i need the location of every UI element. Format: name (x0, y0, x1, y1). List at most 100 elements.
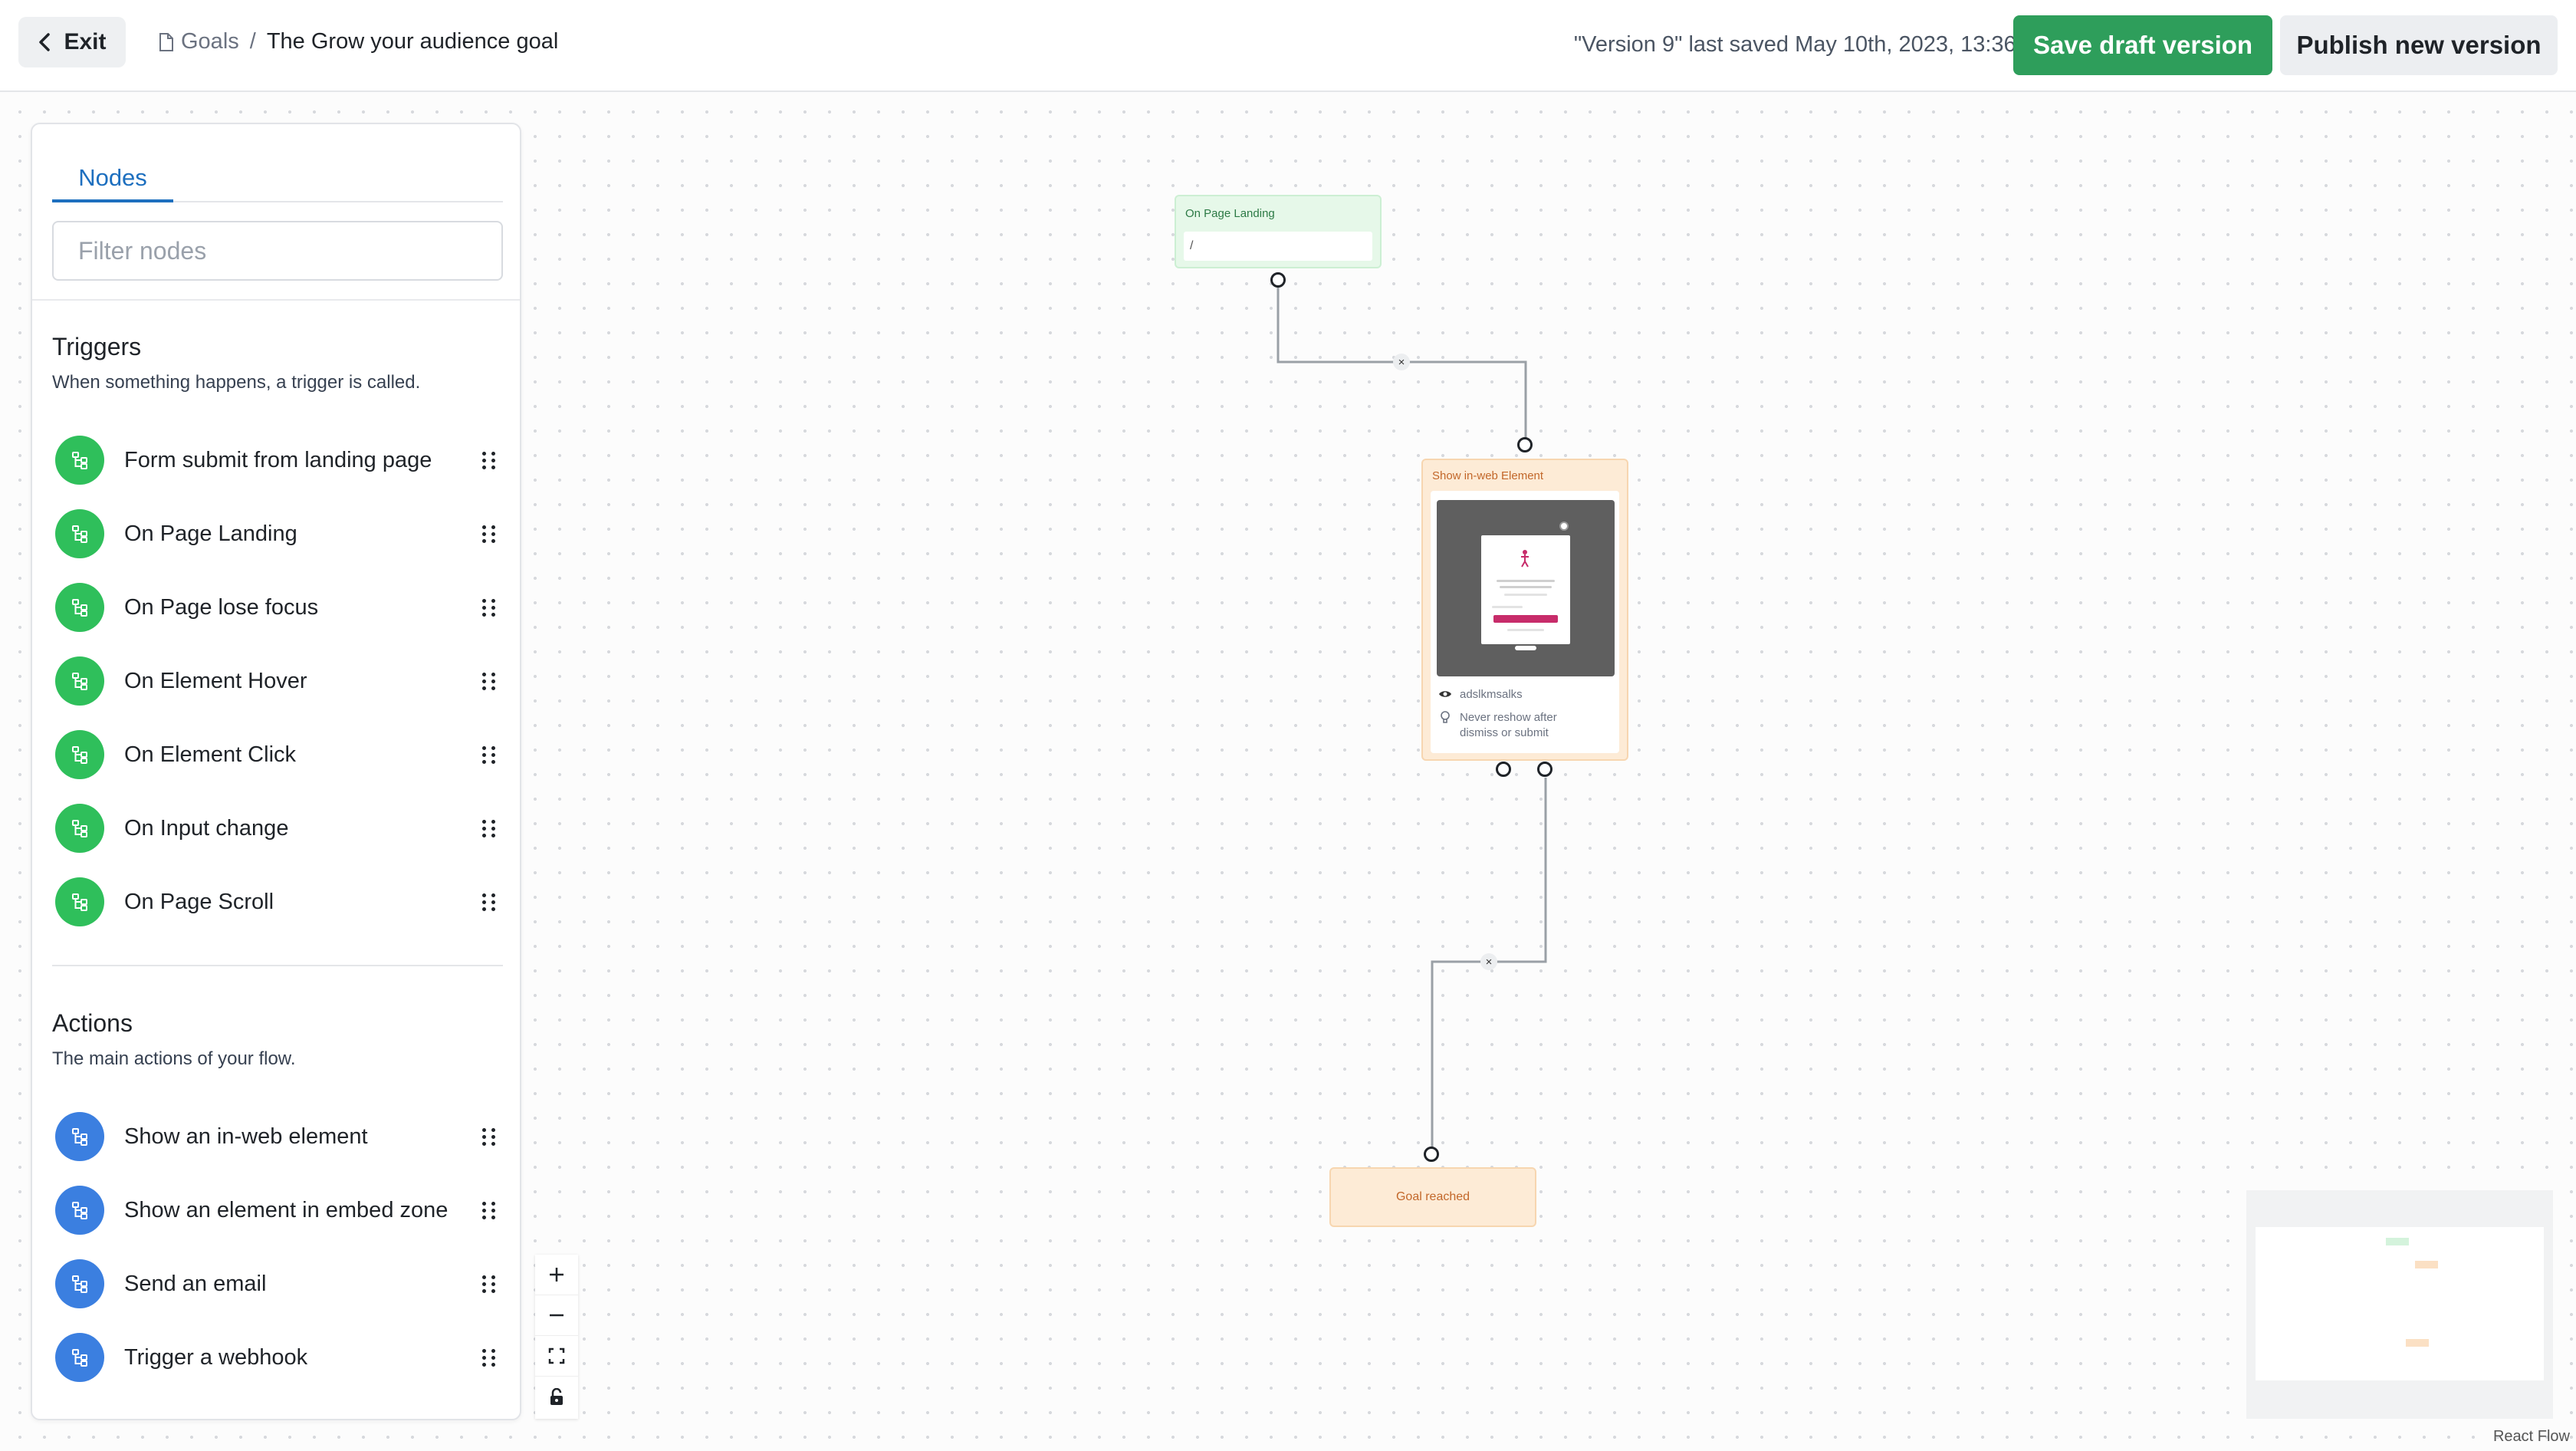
trigger-item-form-submit[interactable]: Form submit from landing page (55, 429, 508, 491)
drag-handle-icon[interactable] (481, 1126, 497, 1147)
flow-node-icon (55, 1186, 104, 1235)
element-preview-thumbnail (1437, 500, 1615, 676)
fit-view-icon (548, 1347, 565, 1364)
flow-node-icon (55, 804, 104, 853)
breadcrumb-current: The Grow your audience goal (266, 29, 559, 54)
action-item-label: Show an element in embed zone (124, 1197, 449, 1222)
drag-handle-icon[interactable] (481, 1273, 497, 1295)
flow-node-page-landing[interactable]: On Page Landing / (1175, 195, 1382, 268)
edge-delete-button[interactable]: × (1480, 953, 1497, 970)
flow-node-icon (55, 730, 104, 779)
flow-node-icon (55, 436, 104, 485)
actions-title: Actions (52, 1009, 133, 1037)
drag-handle-icon[interactable] (481, 597, 497, 618)
target-handle[interactable] (1517, 437, 1533, 452)
popup-preview-button (1493, 615, 1558, 623)
source-handle[interactable] (1496, 762, 1511, 777)
zoom-in-button[interactable] (535, 1255, 578, 1295)
drag-handle-icon[interactable] (481, 670, 497, 692)
exit-button[interactable]: Exit (18, 17, 126, 67)
action-item-webhook[interactable]: Trigger a webhook (55, 1327, 508, 1388)
scroll-indicator (1515, 646, 1536, 650)
trigger-item-page-scroll[interactable]: On Page Scroll (55, 871, 508, 933)
edge-delete-button[interactable]: × (1393, 354, 1410, 370)
trigger-item-element-click[interactable]: On Element Click (55, 724, 508, 785)
popup-preview (1481, 535, 1570, 644)
flow-node-icon (55, 1112, 104, 1161)
drag-handle-icon[interactable] (481, 1347, 497, 1368)
drag-handle-icon[interactable] (481, 891, 497, 913)
target-handle[interactable] (1424, 1147, 1439, 1162)
drag-handle-icon[interactable] (481, 1199, 497, 1221)
node-body: adslkmsalks Never reshow after dismiss o… (1431, 491, 1619, 753)
flow-node-icon (55, 1333, 104, 1382)
flow-node-icon (55, 656, 104, 706)
trigger-item-label: On Page lose focus (124, 594, 319, 620)
drag-handle-icon[interactable] (481, 744, 497, 765)
plus-icon (550, 1268, 564, 1282)
react-flow-attribution[interactable]: React Flow (2493, 1428, 2570, 1446)
tab-nodes[interactable]: Nodes (52, 156, 173, 202)
trigger-item-page-landing[interactable]: On Page Landing (55, 503, 508, 564)
triggers-description: When something happens, a trigger is cal… (52, 372, 421, 393)
minimap-node (2406, 1339, 2429, 1347)
chevron-left-icon (39, 33, 51, 51)
zoom-out-button[interactable] (535, 1295, 578, 1336)
top-bar: Exit Goals / The Grow your audience goal… (0, 0, 2576, 92)
node-path-field[interactable]: / (1184, 232, 1372, 261)
exit-label: Exit (64, 29, 107, 54)
breadcrumb-separator: / (249, 29, 256, 54)
breadcrumb-goals-label: Goals (181, 29, 239, 54)
trigger-item-input-change[interactable]: On Input change (55, 798, 508, 859)
reshow-rule: Never reshow after dismiss or submit (1460, 711, 1557, 739)
minimap-node (2415, 1261, 2438, 1268)
breadcrumb: Goals / The Grow your audience goal (158, 29, 558, 54)
save-draft-button[interactable]: Save draft version (2013, 15, 2272, 75)
action-item-label: Trigger a webhook (124, 1344, 308, 1370)
fit-view-button[interactable] (535, 1336, 578, 1377)
flow-node-icon (55, 583, 104, 632)
drag-handle-icon[interactable] (481, 449, 497, 471)
source-handle[interactable] (1270, 272, 1286, 288)
lightbulb-icon (1441, 711, 1450, 723)
triggers-title: Triggers (52, 333, 142, 360)
lock-button[interactable] (535, 1377, 578, 1417)
document-icon (159, 32, 173, 51)
element-name-row: adslkmsalks (1438, 687, 1523, 702)
eye-icon (1439, 691, 1451, 697)
filter-nodes-input[interactable] (52, 221, 503, 281)
divider (32, 299, 520, 301)
illustration-icon (1521, 550, 1529, 568)
zoom-controls (535, 1255, 578, 1419)
lock-icon (550, 1387, 563, 1405)
close-icon (1559, 522, 1569, 531)
action-item-label: Send an email (124, 1271, 267, 1296)
trigger-item-element-hover[interactable]: On Element Hover (55, 650, 508, 712)
action-item-embed-zone[interactable]: Show an element in embed zone (55, 1180, 508, 1241)
tab-nodes-label: Nodes (78, 164, 147, 191)
minus-icon (550, 1314, 564, 1317)
trigger-item-label: On Page Scroll (124, 889, 274, 914)
flow-node-goal-reached[interactable]: Goal reached (1329, 1167, 1536, 1227)
minimap[interactable] (2246, 1190, 2553, 1419)
reshow-rule-row: Never reshow after dismiss or submit (1438, 710, 1584, 741)
action-item-show-in-web[interactable]: Show an in-web element (55, 1106, 508, 1167)
source-handle[interactable] (1537, 762, 1552, 777)
node-title: Goal reached (1395, 1190, 1470, 1203)
trigger-item-label: On Page Landing (124, 521, 297, 546)
drag-handle-icon[interactable] (481, 818, 497, 839)
node-title: On Page Landing (1185, 207, 1275, 220)
save-status: "Version 9" last saved May 10th, 2023, 1… (1573, 32, 2047, 57)
trigger-item-label: On Input change (124, 815, 289, 841)
trigger-item-label: Form submit from landing page (124, 447, 432, 472)
actions-description: The main actions of your flow. (52, 1048, 296, 1069)
breadcrumb-goals[interactable]: Goals (158, 29, 239, 54)
drag-handle-icon[interactable] (481, 523, 497, 545)
flow-node-icon (55, 877, 104, 926)
action-item-send-email[interactable]: Send an email (55, 1253, 508, 1314)
publish-button[interactable]: Publish new version (2280, 15, 2558, 75)
trigger-item-page-lose-focus[interactable]: On Page lose focus (55, 577, 508, 638)
minimap-node (2386, 1238, 2409, 1245)
node-title: Show in-web Element (1432, 469, 1544, 482)
flow-node-show-in-web[interactable]: Show in-web Element adslkmsalks Never re… (1421, 459, 1628, 761)
